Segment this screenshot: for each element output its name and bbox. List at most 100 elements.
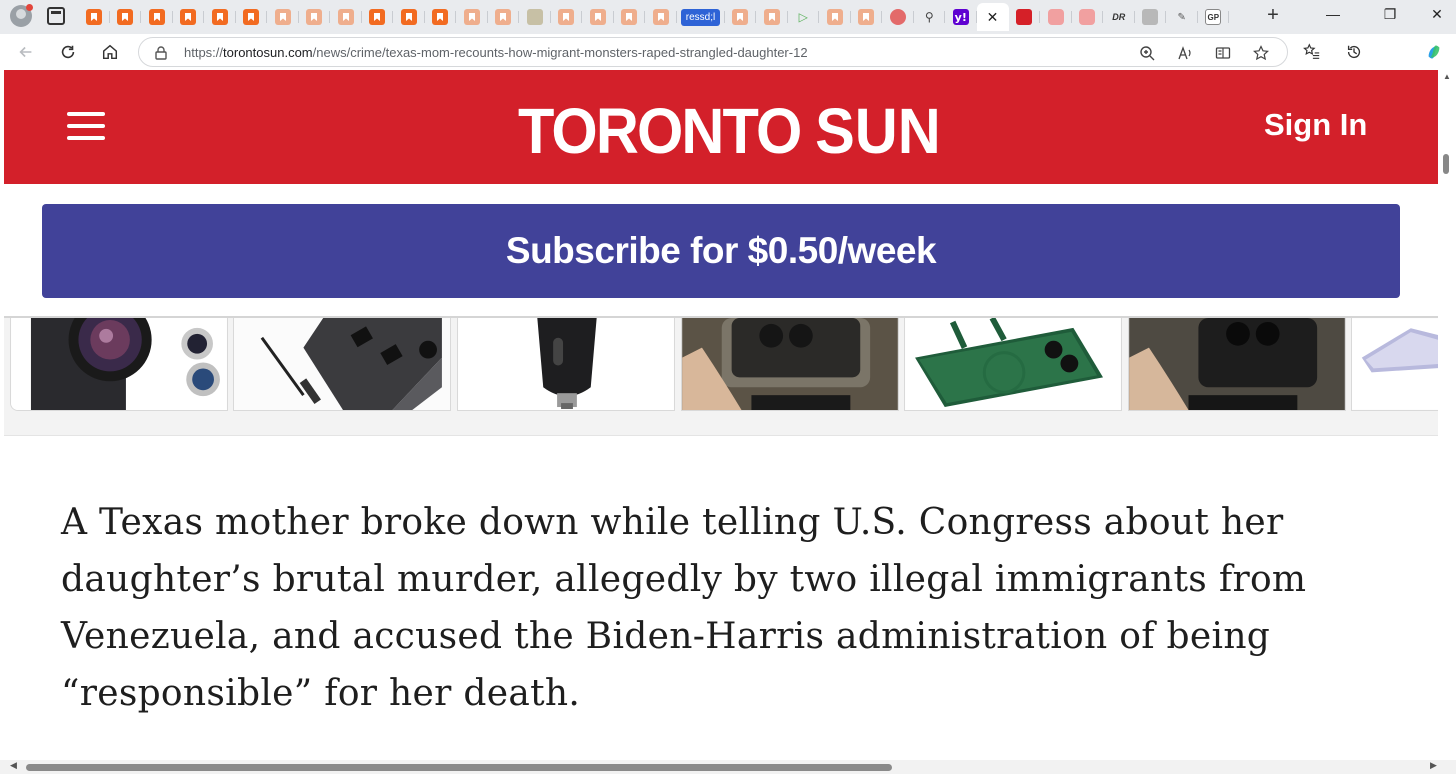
zoom-icon[interactable] bbox=[1137, 43, 1157, 63]
browser-tab[interactable] bbox=[267, 3, 299, 31]
youtube-icon bbox=[1047, 9, 1064, 25]
browser-tab[interactable] bbox=[1009, 3, 1041, 31]
browser-tab[interactable] bbox=[756, 3, 788, 31]
refresh-icon bbox=[61, 45, 75, 59]
browser-tab[interactable] bbox=[173, 3, 205, 31]
browser-tab[interactable] bbox=[645, 3, 677, 31]
browser-tab[interactable] bbox=[299, 3, 331, 31]
browser-tab[interactable] bbox=[393, 3, 425, 31]
browser-tab[interactable] bbox=[725, 3, 757, 31]
vertical-scrollbar[interactable]: ▲ bbox=[1440, 70, 1454, 760]
phone-case-black-image bbox=[1129, 318, 1345, 410]
orange-bookmark-icon bbox=[369, 9, 386, 25]
history-button[interactable] bbox=[1342, 40, 1366, 64]
browser-tab[interactable] bbox=[236, 3, 268, 31]
ad-car-charger[interactable] bbox=[457, 318, 675, 411]
browser-tab[interactable] bbox=[362, 3, 394, 31]
notification-dot bbox=[26, 4, 33, 11]
browser-tab[interactable] bbox=[882, 3, 914, 31]
vertical-scroll-thumb[interactable] bbox=[1443, 154, 1449, 174]
browser-tab[interactable] bbox=[78, 3, 110, 31]
browser-tab[interactable] bbox=[851, 3, 883, 31]
new-tab-button[interactable]: + bbox=[1262, 4, 1284, 26]
minimize-button[interactable]: — bbox=[1323, 6, 1343, 22]
orange-bookmark-icon bbox=[400, 9, 417, 25]
site-header: TORONTO SUN Sign In bbox=[4, 70, 1438, 184]
map-icon bbox=[526, 9, 543, 25]
browser-tab[interactable]: ✕ bbox=[976, 3, 1009, 31]
camera-lens-image bbox=[11, 318, 227, 410]
browser-tab[interactable] bbox=[488, 3, 520, 31]
orange-bookmark-icon bbox=[274, 9, 291, 25]
copilot-button[interactable] bbox=[1422, 40, 1446, 64]
address-bar[interactable]: https://torontosun.com/news/crime/texas-… bbox=[138, 37, 1288, 67]
ad-camera-lens-kit[interactable] bbox=[10, 318, 228, 411]
orange-bookmark-icon bbox=[495, 9, 512, 25]
browser-tab[interactable]: y! bbox=[945, 3, 977, 31]
browser-tab[interactable] bbox=[582, 3, 614, 31]
site-logo[interactable]: TORONTO SUN bbox=[518, 94, 941, 168]
favorite-star-icon[interactable] bbox=[1251, 43, 1271, 63]
ad-car-power-inverter[interactable] bbox=[233, 318, 451, 411]
logo-word-sun: SUN bbox=[815, 95, 941, 167]
browser-tab[interactable] bbox=[551, 3, 583, 31]
ad-phone-case-gold[interactable] bbox=[681, 318, 899, 411]
read-aloud-icon[interactable] bbox=[1175, 43, 1195, 63]
lock-icon[interactable] bbox=[151, 43, 171, 63]
browser-tab[interactable] bbox=[519, 3, 551, 31]
browser-tab[interactable] bbox=[1040, 3, 1072, 31]
browser-tab[interactable] bbox=[110, 3, 142, 31]
browser-tab[interactable] bbox=[456, 3, 488, 31]
scroll-right-arrow-icon[interactable]: ▶ bbox=[1430, 760, 1437, 771]
home-button[interactable] bbox=[98, 40, 122, 64]
browser-tab[interactable] bbox=[1135, 3, 1167, 31]
browser-tab[interactable]: ⚲ bbox=[914, 3, 946, 31]
browser-tab[interactable]: DR bbox=[1103, 3, 1135, 31]
ad-phone-case-green-stand[interactable] bbox=[904, 318, 1122, 411]
orange-bookmark-icon bbox=[337, 9, 354, 25]
gp-icon: GP bbox=[1205, 9, 1222, 25]
orange-bookmark-icon bbox=[589, 9, 606, 25]
tab-actions-button[interactable] bbox=[47, 7, 65, 25]
browser-tab[interactable] bbox=[1072, 3, 1104, 31]
browser-tab[interactable] bbox=[330, 3, 362, 31]
browser-tab[interactable]: ▷ bbox=[788, 3, 820, 31]
browser-tab[interactable] bbox=[425, 3, 457, 31]
subscribe-button[interactable]: Subscribe for $0.50/week bbox=[42, 204, 1400, 298]
browser-tab[interactable] bbox=[141, 3, 173, 31]
url-text[interactable]: https://torontosun.com/news/crime/texas-… bbox=[184, 45, 808, 60]
scroll-left-arrow-icon[interactable]: ◀ bbox=[10, 760, 17, 771]
browser-tab[interactable] bbox=[204, 3, 236, 31]
browser-toolbar: https://torontosun.com/news/crime/texas-… bbox=[0, 34, 1456, 70]
sign-in-link[interactable]: Sign In bbox=[1264, 107, 1367, 143]
phone-case-green-image bbox=[905, 318, 1121, 410]
favorites-button[interactable] bbox=[1300, 40, 1324, 64]
scroll-up-arrow-icon[interactable]: ▲ bbox=[1443, 72, 1451, 81]
url-host: torontosun.com bbox=[223, 45, 313, 60]
phone-case-gold-image bbox=[682, 318, 898, 410]
search-icon: ⚲ bbox=[924, 10, 934, 24]
microphone-icon bbox=[889, 9, 906, 25]
ad-phone-case-black[interactable] bbox=[1128, 318, 1346, 411]
orange-bookmark-icon bbox=[306, 9, 323, 25]
back-arrow-icon bbox=[19, 46, 32, 58]
close-icon[interactable]: ✕ bbox=[987, 9, 999, 26]
copilot-icon bbox=[1428, 45, 1440, 59]
browser-tab[interactable]: ✎ bbox=[1166, 3, 1198, 31]
back-button[interactable] bbox=[14, 40, 38, 64]
close-window-button[interactable]: ✕ bbox=[1427, 6, 1447, 23]
browser-tab[interactable]: ressd;l bbox=[677, 3, 725, 31]
orange-bookmark-icon bbox=[211, 9, 228, 25]
browser-tab[interactable]: GP bbox=[1198, 3, 1230, 31]
browser-tab-strip: ressd;l ▷ ⚲ y! ✕ DR ✎ GP + — ❐ ✕ bbox=[0, 0, 1456, 34]
logo-word-toronto: TORONTO bbox=[518, 95, 802, 167]
reader-view-icon[interactable] bbox=[1213, 43, 1233, 63]
horizontal-scroll-thumb[interactable] bbox=[26, 764, 892, 771]
horizontal-scrollbar[interactable]: ◀ ▶ bbox=[0, 760, 1456, 774]
browser-tab[interactable] bbox=[614, 3, 646, 31]
hamburger-menu-icon[interactable] bbox=[67, 112, 105, 140]
browser-tab[interactable] bbox=[819, 3, 851, 31]
restore-button[interactable]: ❐ bbox=[1380, 6, 1400, 23]
ad-phone-case-clear[interactable] bbox=[1351, 318, 1438, 411]
refresh-button[interactable] bbox=[56, 40, 80, 64]
